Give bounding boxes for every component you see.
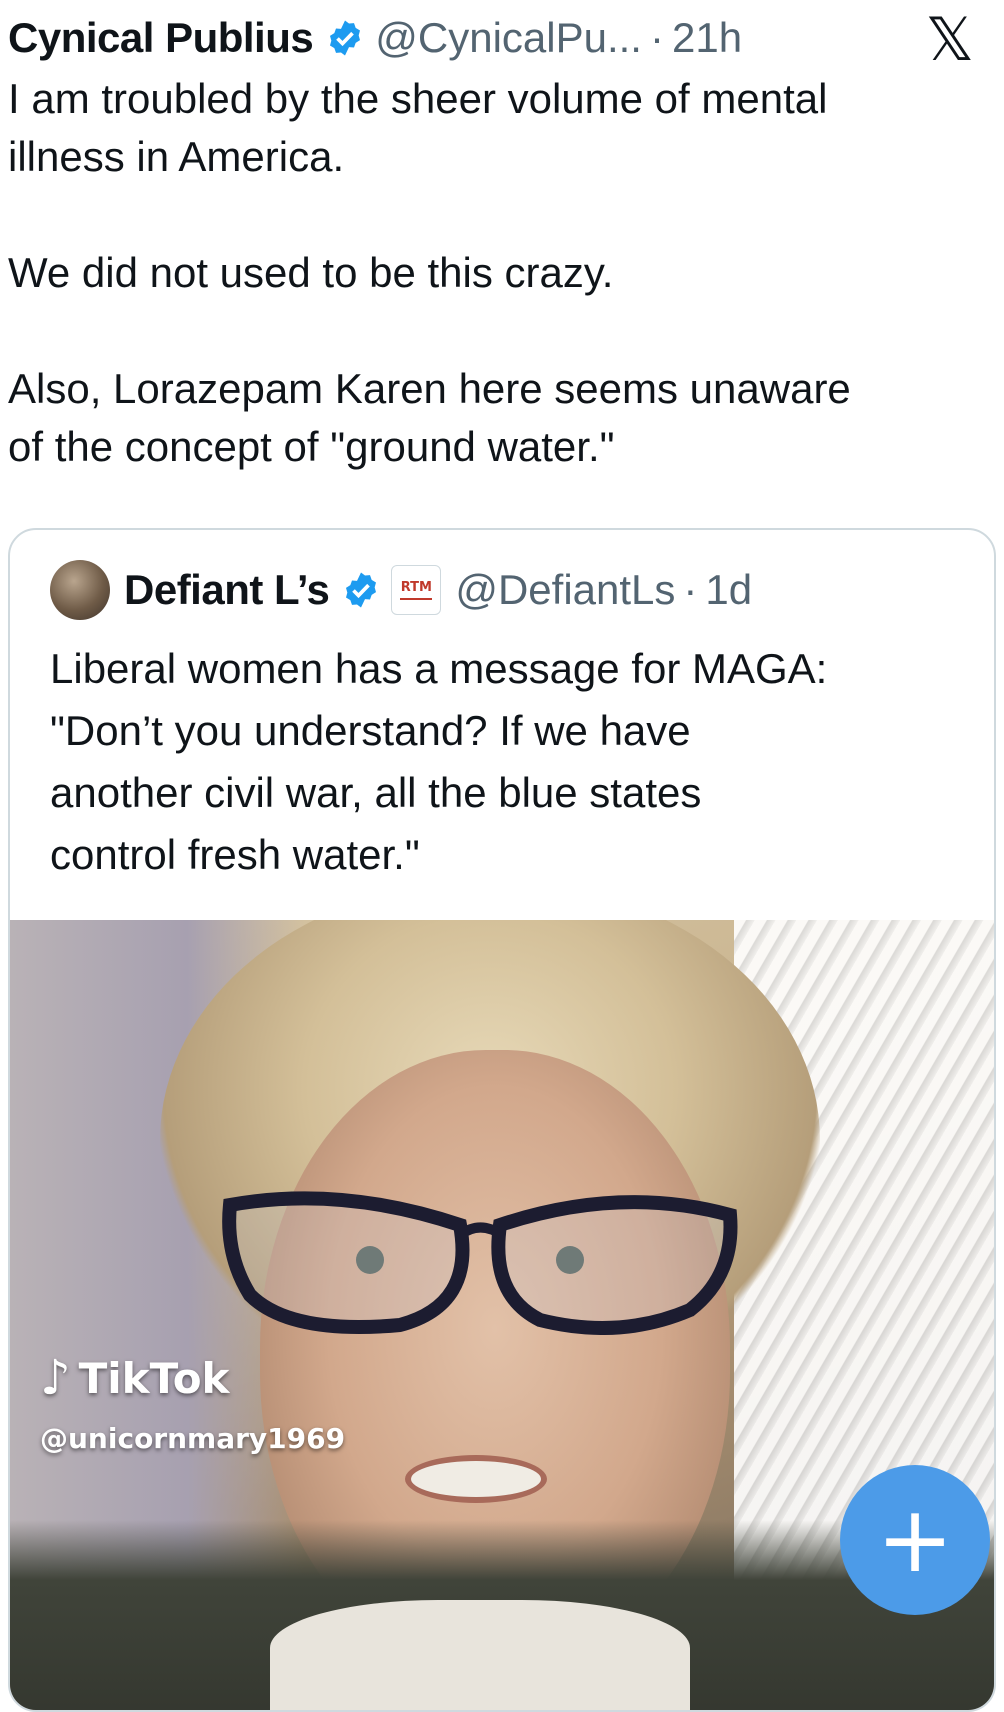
- author-name[interactable]: Cynical Publius: [8, 14, 314, 62]
- quoted-tweet-text: Liberal women has a message for MAGA: "D…: [50, 645, 828, 878]
- tweet-header: Cynical Publius @CynicalPu... · 21h: [8, 6, 994, 70]
- verified-badge-icon: [325, 18, 365, 58]
- quoted-author-name[interactable]: Defiant L’s: [124, 566, 330, 614]
- video-collar: [270, 1600, 690, 1710]
- avatar[interactable]: [50, 560, 110, 620]
- tweet-time[interactable]: 21h: [672, 14, 742, 62]
- affiliation-badge-text: RTM: [400, 580, 432, 595]
- tiktok-watermark: ♪ TikTok @unicornmary1969: [40, 1350, 345, 1455]
- compose-button[interactable]: +: [840, 1465, 990, 1615]
- video-glasses: [222, 1191, 738, 1335]
- tiktok-handle: @unicornmary1969: [40, 1422, 346, 1455]
- tweet-text: I am troubled by the sheer volume of men…: [8, 75, 851, 470]
- author-handle[interactable]: @CynicalPu...: [375, 14, 642, 62]
- verified-badge-icon: [341, 570, 381, 610]
- affiliation-badge[interactable]: RTM: [391, 565, 442, 615]
- tiktok-note-icon: ♪: [40, 1350, 71, 1406]
- video-mouth: [405, 1455, 547, 1503]
- quoted-tweet-time[interactable]: 1d: [705, 566, 752, 614]
- video-player[interactable]: ♪ TikTok @unicornmary1969: [10, 920, 994, 1710]
- x-logo-icon[interactable]: 𝕏: [926, 10, 974, 70]
- quoted-author-handle[interactable]: @DefiantLs: [455, 566, 675, 614]
- quoted-tweet-header: Defiant L’s RTM @DefiantLs · 1d: [50, 560, 752, 620]
- tiktok-brand: ♪ TikTok: [40, 1350, 345, 1406]
- meta-separator: ·: [683, 566, 698, 613]
- affiliation-badge-rule: [400, 598, 433, 600]
- meta-separator: ·: [649, 14, 664, 61]
- tiktok-brand-label: TikTok: [78, 1353, 230, 1403]
- plus-icon: +: [876, 1486, 954, 1593]
